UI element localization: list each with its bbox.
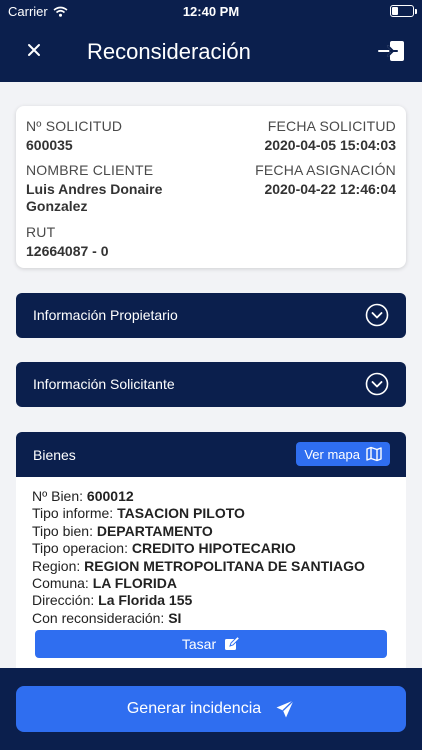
close-icon — [28, 44, 40, 56]
tasar-label: Tasar — [181, 636, 217, 652]
bienes-header: Bienes Ver mapa — [16, 432, 406, 477]
rut-label: RUT — [26, 224, 56, 240]
status-time: 12:40 PM — [182, 4, 240, 19]
ver-mapa-button[interactable]: Ver mapa — [296, 442, 390, 466]
cliente-value-line1: Luis Andres Donaire — [26, 181, 163, 197]
main-content[interactable]: Nº SOLICITUD 600035 FECHA SOLICITUD 2020… — [0, 82, 422, 668]
logout-button[interactable] — [378, 39, 406, 63]
solicitud-label: Nº SOLICITUD — [26, 118, 123, 134]
rut-field: RUT 12664087 - 0 — [26, 224, 109, 260]
fecha-solicitud-field: FECHA SOLICITUD 2020-04-05 15:04:03 — [264, 118, 396, 154]
tasar-button[interactable]: Tasar — [35, 630, 387, 658]
fecha-solicitud-label: FECHA SOLICITUD — [267, 118, 396, 134]
bien-line-direccion: Dirección: La Florida 155 — [32, 592, 193, 609]
accordion-propietario-label: Información Propietario — [33, 307, 178, 323]
bien-line-tipo-informe: Tipo informe: TASACION PILOTO — [32, 505, 245, 522]
generar-incidencia-label: Generar incidencia — [126, 700, 262, 717]
chevron-down-icon — [365, 372, 389, 396]
bien-line-tipo-operacion: Tipo operacion: CREDITO HIPOTECARIO — [32, 540, 296, 557]
bienes-card: Bienes Ver mapa Nº Bien: 600012 Tipo inf… — [16, 432, 406, 668]
solicitud-field: Nº SOLICITUD 600035 — [26, 118, 122, 154]
fecha-asignacion-value: 2020-04-22 12:46:04 — [264, 181, 396, 197]
fecha-asignacion-field: FECHA ASIGNACIÓN 2020-04-22 12:46:04 — [255, 162, 396, 198]
fecha-asignacion-label: FECHA ASIGNACIÓN — [255, 162, 396, 178]
cliente-value-line2: Gonzalez — [26, 198, 88, 214]
logout-icon — [378, 41, 404, 61]
generar-incidencia-button[interactable]: Generar incidencia — [16, 686, 406, 732]
bien-line-reconsideracion: Con reconsideración: SI — [32, 609, 182, 626]
bienes-title: Bienes — [33, 447, 76, 463]
edit-icon — [225, 636, 241, 650]
status-bar: Carrier 12:40 PM — [0, 0, 422, 22]
cliente-label: NOMBRE CLIENTE — [26, 162, 154, 178]
cliente-field: NOMBRE CLIENTE Luis Andres Donaire Gonza… — [26, 162, 162, 215]
bien-line-tipo-bien: Tipo bien: DEPARTAMENTO — [32, 522, 213, 539]
page-title: Reconsideración — [87, 39, 251, 64]
bien-line-region: Region: REGION METROPOLITANA DE SANTIAGO — [32, 557, 365, 574]
nav-bar: Reconsideración — [0, 22, 422, 82]
solicitud-value: 600035 — [26, 137, 73, 153]
map-icon — [366, 446, 382, 462]
bien-line-numero: Nº Bien: 600012 — [32, 488, 134, 504]
battery-icon — [390, 5, 417, 17]
cliente-value: Luis Andres Donaire Gonzalez — [26, 181, 162, 215]
rut-value: 12664087 - 0 — [26, 243, 109, 259]
chevron-down-icon — [365, 303, 389, 327]
accordion-solicitante-label: Información Solicitante — [33, 376, 175, 392]
ver-mapa-label: Ver mapa — [304, 446, 360, 462]
accordion-propietario[interactable]: Información Propietario — [16, 293, 406, 338]
bottom-bar: Generar incidencia — [0, 668, 422, 750]
fecha-solicitud-value: 2020-04-05 15:04:03 — [264, 137, 396, 153]
bienes-details: Nº Bien: 600012 Tipo informe: TASACION P… — [32, 488, 365, 627]
close-button[interactable] — [22, 38, 46, 62]
bien-line-comuna: Comuna: LA FLORIDA — [32, 574, 177, 591]
accordion-solicitante[interactable]: Información Solicitante — [16, 362, 406, 407]
send-icon — [276, 699, 295, 718]
request-summary-card: Nº SOLICITUD 600035 FECHA SOLICITUD 2020… — [16, 106, 406, 268]
